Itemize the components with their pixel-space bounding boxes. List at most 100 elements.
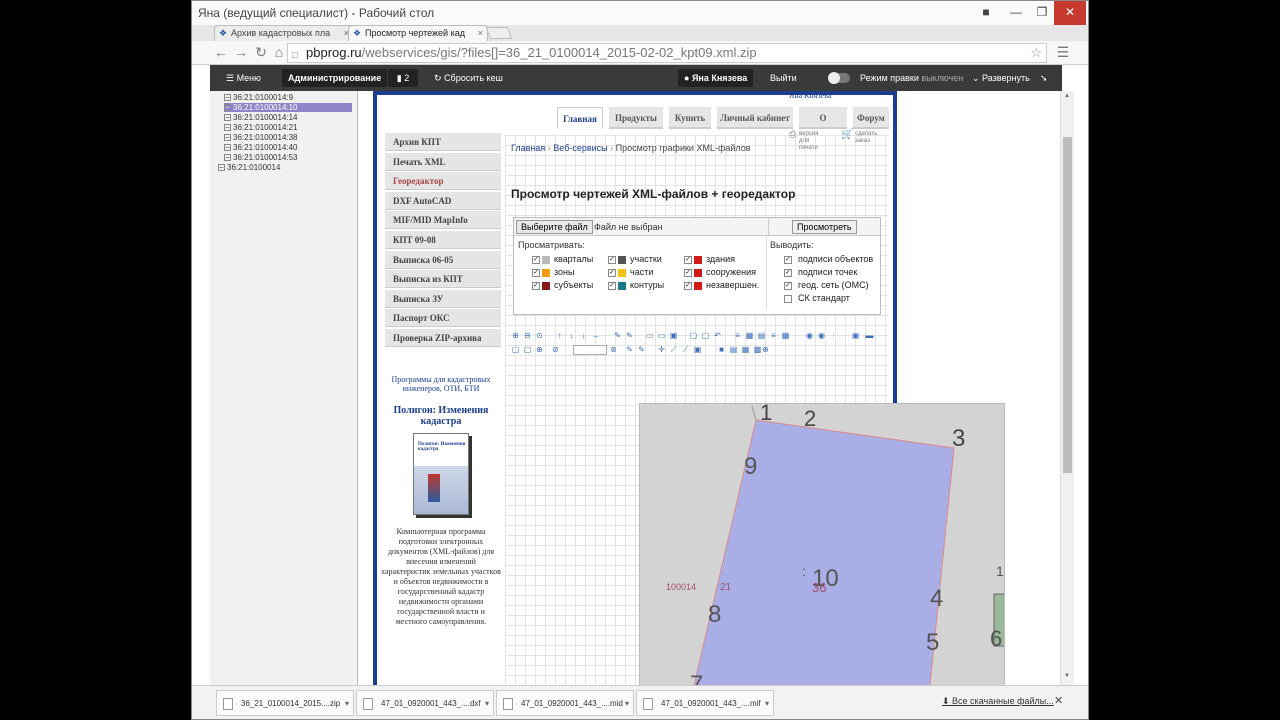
topnav-item[interactable]: Продукты [609, 107, 663, 129]
layer-option[interactable]: ✓ сооружения [684, 267, 756, 277]
map-tool-icon[interactable]: ▢ [523, 345, 532, 354]
notifications-button[interactable]: ▮ 2 [388, 69, 418, 87]
dropdown-arrow-icon[interactable]: ▾ [625, 691, 629, 717]
map-tool-icon[interactable]: → [591, 331, 600, 340]
close-downloads-icon[interactable]: ✕ [1054, 694, 1063, 707]
map-tool-icon[interactable]: ⊕ [535, 345, 544, 354]
map-tool-icon[interactable]: ◉ [805, 331, 814, 340]
all-downloads-link[interactable]: ⬇ Все скачанные файлы... [942, 696, 1054, 707]
output-checkbox[interactable]: ✓ [784, 281, 792, 290]
map-tool-icon[interactable]: ▣ [693, 345, 702, 354]
topnav-item[interactable]: Личный кабинет [717, 107, 793, 129]
topnav-item[interactable]: Купить [669, 107, 711, 129]
map-tool-icon[interactable]: ▢ [689, 331, 698, 340]
layer-option[interactable]: ✓ здания [684, 254, 735, 264]
tree-item[interactable]: –36:21:0100014:38 [224, 133, 298, 142]
make-order-link[interactable]: 🛒 сделать заказ [841, 130, 881, 145]
layer-option[interactable]: ✓ кварталы [532, 254, 593, 264]
promo-box-image[interactable]: Полигон: Изменения кадастра [413, 433, 469, 515]
tab-archive[interactable]: ❖ Архив кадастровых пла × [214, 25, 354, 41]
tree-toggle-icon[interactable]: – [224, 154, 231, 162]
side-menu-item[interactable]: Выписка 06-05 [385, 250, 501, 269]
map-tool-icon[interactable]: ◉ [817, 331, 826, 340]
map-tool-icon[interactable]: ▭ [645, 331, 654, 340]
layer-checkbox[interactable]: ✓ [532, 281, 540, 290]
layer-option[interactable]: ✓ зоны [532, 267, 574, 277]
dropdown-arrow-icon[interactable]: ▾ [345, 691, 349, 717]
tab-viewer[interactable]: ❖ Просмотр чертежей кад × [348, 25, 488, 41]
map-tool-icon[interactable]: ↑ [555, 331, 564, 340]
layer-option[interactable]: ✓ субъекты [532, 280, 593, 290]
tree-toggle-icon[interactable]: – [224, 134, 231, 142]
side-menu-item[interactable]: MIF/MID MapInfo [385, 211, 501, 230]
maximize-button[interactable]: ❐ [1028, 1, 1056, 25]
tree-toggle-icon[interactable]: – [218, 164, 225, 172]
map-tool-icon[interactable]: ✎ [625, 331, 634, 340]
map-tool-icon[interactable]: ⊛ [609, 345, 618, 354]
map-tool-icon[interactable]: ↓ [579, 331, 588, 340]
dropdown-arrow-icon[interactable]: ▾ [485, 691, 489, 717]
map-tool-icon[interactable]: ⫶ [829, 331, 838, 340]
tree-toggle-icon[interactable]: – [224, 124, 231, 132]
site-user-link[interactable]: Яна Князева [789, 91, 831, 100]
map-tool-icon[interactable]: ⟋ [681, 345, 690, 354]
layer-option[interactable]: ✓ контуры [608, 280, 664, 290]
map-tool-icon[interactable]: ≡ [769, 331, 778, 340]
layer-checkbox[interactable]: ✓ [684, 281, 692, 290]
layer-checkbox[interactable]: ✓ [684, 268, 692, 277]
view-button[interactable]: Просмотреть [792, 220, 857, 234]
user-button[interactable]: ● Яна Князева [678, 69, 754, 87]
tree-toggle-icon[interactable]: – [224, 144, 231, 152]
map-tool-icon[interactable]: ↶ [713, 331, 722, 340]
map-tool-icon[interactable]: ✛ [657, 345, 666, 354]
output-checkbox[interactable]: ✓ [784, 255, 792, 264]
tree-item[interactable]: –36:21:0100014 [218, 163, 280, 172]
close-tab-icon[interactable]: × [478, 26, 483, 41]
layer-checkbox[interactable]: ✓ [532, 255, 540, 264]
chrome-menu-icon[interactable]: ☰ [1054, 43, 1072, 61]
choose-file-button[interactable]: Выберите файл [516, 220, 593, 234]
side-menu-item[interactable]: Выписка ЗУ [385, 289, 501, 308]
edit-mode-toggle[interactable] [828, 72, 850, 84]
forward-arrow-icon[interactable]: → [232, 43, 250, 61]
download-item[interactable]: 36_21_0100014_2015....zip ▾ [216, 690, 354, 716]
tree-toggle-icon[interactable]: – [224, 104, 231, 112]
map-tool-icon[interactable]: ⊕ [511, 331, 520, 340]
layer-option[interactable]: ✓ части [608, 267, 653, 277]
layer-checkbox[interactable]: ✓ [608, 268, 616, 277]
output-option[interactable]: ✓ геод. сеть (ОМС) [784, 280, 869, 290]
map-tool-icon[interactable]: ↓ [567, 331, 576, 340]
map-canvas[interactable]: 1 2 3 9 10 : 36 100014 21 4 8 5 6 1 [639, 403, 1005, 719]
map-tool-icon[interactable]: ⊕ [761, 345, 770, 354]
map-tool-icon[interactable]: ▦ [745, 331, 754, 340]
layer-option[interactable]: ✓ незавершен. [684, 280, 759, 290]
breadcrumb-webservices[interactable]: Веб-сервисы [553, 143, 607, 153]
download-item[interactable]: 47_01_0920001_443_....mid ▾ [496, 690, 634, 716]
layer-option[interactable]: ✓ участки [608, 254, 662, 264]
side-menu-item[interactable]: Архив КПТ [385, 133, 501, 151]
map-tool-icon[interactable]: ⊖ [523, 331, 532, 340]
side-menu-item[interactable]: Выписка из КПТ [385, 270, 501, 289]
logout-button[interactable]: Выйти [764, 69, 803, 87]
administration-button[interactable]: Администрирование [282, 69, 388, 87]
menu-button[interactable]: ☰ Меню [220, 69, 267, 87]
topnav-item[interactable]: Форум [853, 107, 889, 129]
tree-toggle-icon[interactable]: – [224, 94, 231, 102]
side-menu-item[interactable]: DXF AutoCAD [385, 191, 501, 210]
output-checkbox[interactable]: ✓ [784, 268, 792, 277]
side-menu-item[interactable]: КПТ 09-08 [385, 231, 501, 249]
tree-toggle-icon[interactable]: – [224, 114, 231, 122]
reload-icon[interactable]: ↻ [252, 43, 270, 61]
map-tool-icon[interactable]: ▦ [781, 331, 790, 340]
pin-icon[interactable]: ➘ [1034, 69, 1054, 87]
home-icon[interactable]: ⌂ [270, 43, 288, 61]
map-tool-icon[interactable]: ▣ [851, 331, 860, 340]
side-menu-item[interactable]: Георедактор [385, 172, 501, 191]
minimize-button[interactable]: — [1002, 1, 1030, 25]
expand-button[interactable]: ⌄ Развернуть [966, 69, 1036, 87]
map-tool-icon[interactable]: ▢ [701, 331, 710, 340]
tree-item[interactable]: –36:21:0100014:10 [224, 103, 352, 112]
promo-link[interactable]: Программы для кадастровых инженеров, ОТИ… [381, 375, 501, 393]
map-tool-icon[interactable]: ▤ [729, 345, 738, 354]
map-tool-icon[interactable]: ■ [717, 345, 726, 354]
